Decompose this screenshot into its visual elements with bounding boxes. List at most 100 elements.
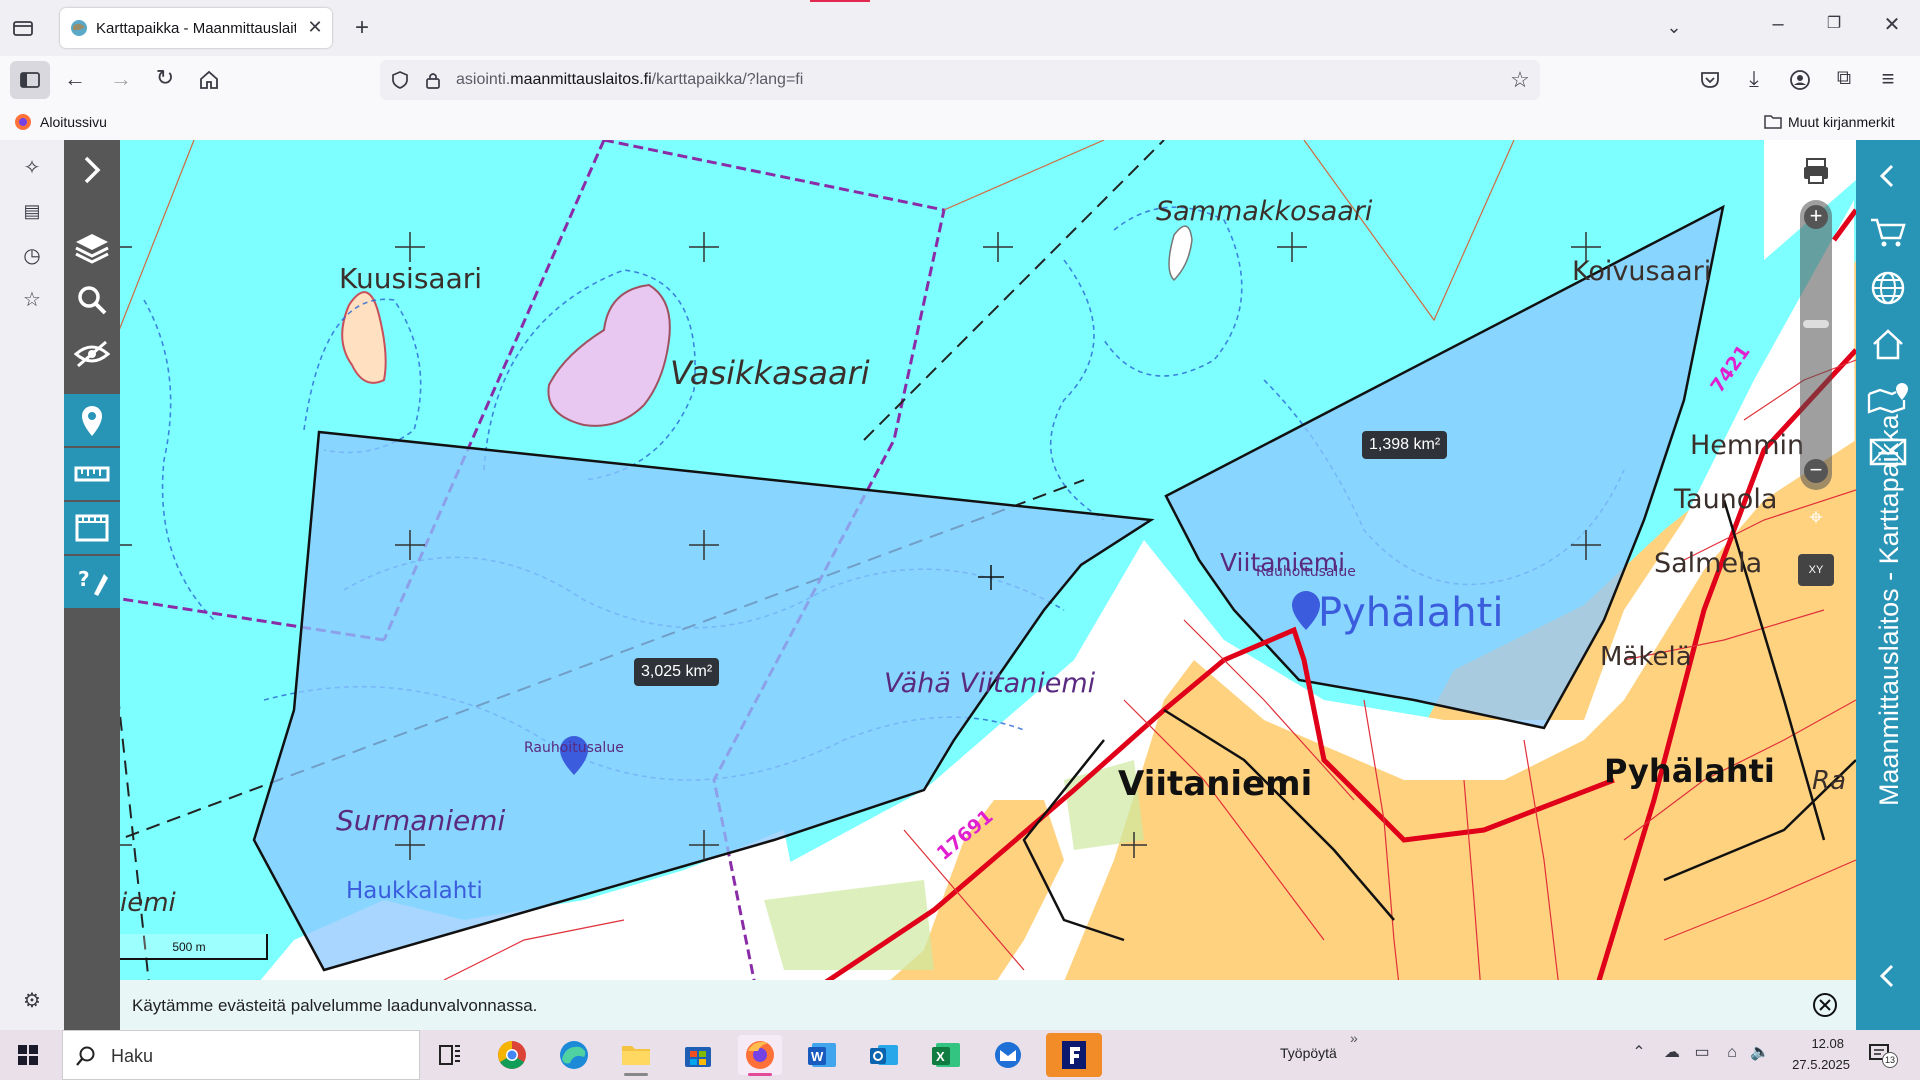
firefox-taskbar-icon[interactable]: [738, 1035, 782, 1076]
chevron-down-icon[interactable]: ⌄: [1662, 18, 1686, 36]
excel-icon[interactable]: X: [924, 1035, 968, 1075]
close-window-icon[interactable]: ✕: [1880, 15, 1904, 35]
desktop-label[interactable]: Työpöytä: [1280, 1045, 1337, 1061]
search-button[interactable]: [64, 274, 120, 326]
ai-sparkle-icon[interactable]: ✧: [20, 158, 44, 178]
scale-bar: 500 m: [110, 934, 268, 960]
word-icon[interactable]: W: [800, 1035, 844, 1075]
layers-button[interactable]: [64, 220, 120, 272]
task-view-icon[interactable]: [428, 1035, 472, 1075]
tray-overflow-icon[interactable]: ⌃: [1630, 1045, 1648, 1061]
map-canvas[interactable]: Kuusisaari Vasikkasaari Sammakkosaari Ko…: [64, 140, 1856, 1030]
outlook-icon[interactable]: [862, 1035, 906, 1075]
reader-app-icon[interactable]: [1046, 1033, 1102, 1077]
running-indicator: [748, 1073, 772, 1076]
print-button[interactable]: [1796, 150, 1836, 190]
area-label-1: 3,025 km²: [634, 658, 720, 686]
tab-bar: Karttapaikka - Maanmittauslaitos ✕ + ⌄ –…: [0, 0, 1920, 56]
map-tool-panel: ?: [64, 140, 120, 1030]
hide-layers-button[interactable]: [64, 328, 120, 380]
extensions-icon[interactable]: ⧉: [1832, 68, 1856, 88]
file-explorer-icon[interactable]: [614, 1035, 658, 1076]
shopping-cart-icon[interactable]: [1868, 214, 1908, 250]
menu-icon[interactable]: ≡: [1876, 68, 1900, 90]
desktop-chevron-icon[interactable]: »: [1350, 1030, 1358, 1046]
tab-karttapaikka[interactable]: Karttapaikka - Maanmittauslaitos ✕: [60, 8, 332, 48]
place-pyhalahti-village: Pyhälahti: [1604, 752, 1775, 790]
close-tab-icon[interactable]: ✕: [306, 18, 324, 36]
url-text[interactable]: asiointi.maanmittauslaitos.fi/karttapaik…: [456, 71, 803, 89]
sidebar-toggle-button[interactable]: [10, 61, 50, 99]
close-cookie-icon[interactable]: [1812, 992, 1838, 1018]
chrome-icon[interactable]: [490, 1035, 534, 1075]
zoom-out-button[interactable]: −: [1804, 459, 1828, 483]
notification-count: 13: [1882, 1052, 1898, 1068]
bookmarks-star-icon[interactable]: ☆: [20, 290, 44, 310]
home-icon[interactable]: [197, 68, 221, 92]
downloads-icon[interactable]: ⤓: [1742, 68, 1766, 90]
place-rauhoitusalue-2: Rauhoitusalue: [1256, 564, 1356, 580]
measure-area-button[interactable]: [64, 502, 120, 554]
locate-me-icon[interactable]: ⌖: [1802, 504, 1830, 532]
running-indicator: [624, 1073, 648, 1076]
taskbar-search[interactable]: Haku: [62, 1030, 420, 1080]
restore-icon[interactable]: ❐: [1822, 16, 1846, 32]
onedrive-icon[interactable]: ☁: [1660, 1045, 1684, 1061]
coordinate-tool-button[interactable]: XY: [1798, 554, 1834, 586]
new-tab-icon[interactable]: +: [350, 16, 374, 40]
windows-start-icon[interactable]: [18, 1045, 38, 1065]
minimize-icon[interactable]: –: [1766, 14, 1790, 34]
marker-tool-button[interactable]: [64, 394, 120, 446]
help-tool-button[interactable]: ?: [64, 556, 120, 608]
place-rauhoitusalue-1: Rauhoitusalue: [524, 740, 624, 756]
home-service-icon[interactable]: [1868, 326, 1908, 362]
shield-icon[interactable]: [390, 70, 410, 90]
globe-icon[interactable]: [1868, 270, 1908, 306]
clock-time[interactable]: 12.08: [1784, 1036, 1844, 1051]
property-lines: [64, 140, 1515, 471]
place-vaha-viitaniemi: Vähä Viitaniemi: [884, 668, 1096, 699]
bookmark-other[interactable]: Muut kirjanmerkit: [1788, 114, 1895, 130]
place-salmela: Salmela: [1654, 548, 1763, 579]
measure-line-button[interactable]: [64, 448, 120, 500]
bookmark-aloitussivu[interactable]: Aloitussivu: [40, 114, 107, 130]
synced-tabs-icon[interactable]: ▤: [20, 202, 44, 220]
url-domain: maanmittauslaitos.fi: [510, 71, 652, 88]
taskbar-search-placeholder: Haku: [111, 1046, 154, 1066]
network-icon[interactable]: ⌂: [1720, 1045, 1744, 1061]
place-koivusaari: Koivusaari: [1572, 256, 1712, 287]
taskbar: Haku W X Työpöytä » ⌃ ☁ ▭ ⌂ 🔈 12.08 27.5…: [0, 1030, 1920, 1080]
lock-icon[interactable]: [424, 70, 442, 90]
area-label-2: 1,398 km²: [1362, 431, 1448, 459]
settings-gear-icon[interactable]: ⚙: [20, 991, 44, 1011]
zoom-slider[interactable]: + −: [1800, 200, 1832, 490]
navigation-bar: ← → ↻ asiointi.maanmittauslaitos.fi/kart…: [0, 56, 1920, 104]
zoom-handle[interactable]: [1803, 320, 1829, 328]
notification-icon[interactable]: 13: [1868, 1042, 1898, 1068]
reload-icon[interactable]: ↻: [152, 67, 178, 89]
xy-label: XY: [1808, 564, 1824, 576]
pocket-icon[interactable]: [1698, 68, 1722, 92]
place-iemi: iemi: [120, 888, 176, 918]
collapse-left-icon[interactable]: [1872, 160, 1904, 192]
volume-icon[interactable]: 🔈: [1748, 1045, 1772, 1061]
service-panel-title: Maanmittauslaitos - Karttapaikka: [1874, 414, 1904, 806]
address-bar[interactable]: asiointi.maanmittauslaitos.fi/karttapaik…: [380, 60, 1540, 100]
tab-accent-line: [810, 0, 870, 2]
store-icon[interactable]: [676, 1035, 720, 1075]
zoom-in-button[interactable]: +: [1804, 205, 1828, 229]
back-icon[interactable]: ←: [62, 68, 88, 90]
place-hemmin: Hemmin: [1690, 430, 1805, 461]
collapse-bottom-icon[interactable]: [1872, 960, 1904, 992]
forward-icon[interactable]: →: [108, 68, 134, 90]
clock-date[interactable]: 27.5.2025: [1770, 1057, 1850, 1072]
url-prefix: asiointi.: [456, 71, 511, 88]
tab-list-icon[interactable]: [12, 18, 36, 38]
battery-icon[interactable]: ▭: [1690, 1045, 1714, 1061]
edge-icon[interactable]: [552, 1035, 596, 1075]
bookmark-star-icon[interactable]: ☆: [1508, 69, 1532, 91]
history-icon[interactable]: ◷: [20, 246, 44, 266]
account-icon[interactable]: [1788, 68, 1812, 92]
expand-panel-button[interactable]: [64, 144, 120, 196]
mail-app-icon[interactable]: [986, 1035, 1030, 1075]
